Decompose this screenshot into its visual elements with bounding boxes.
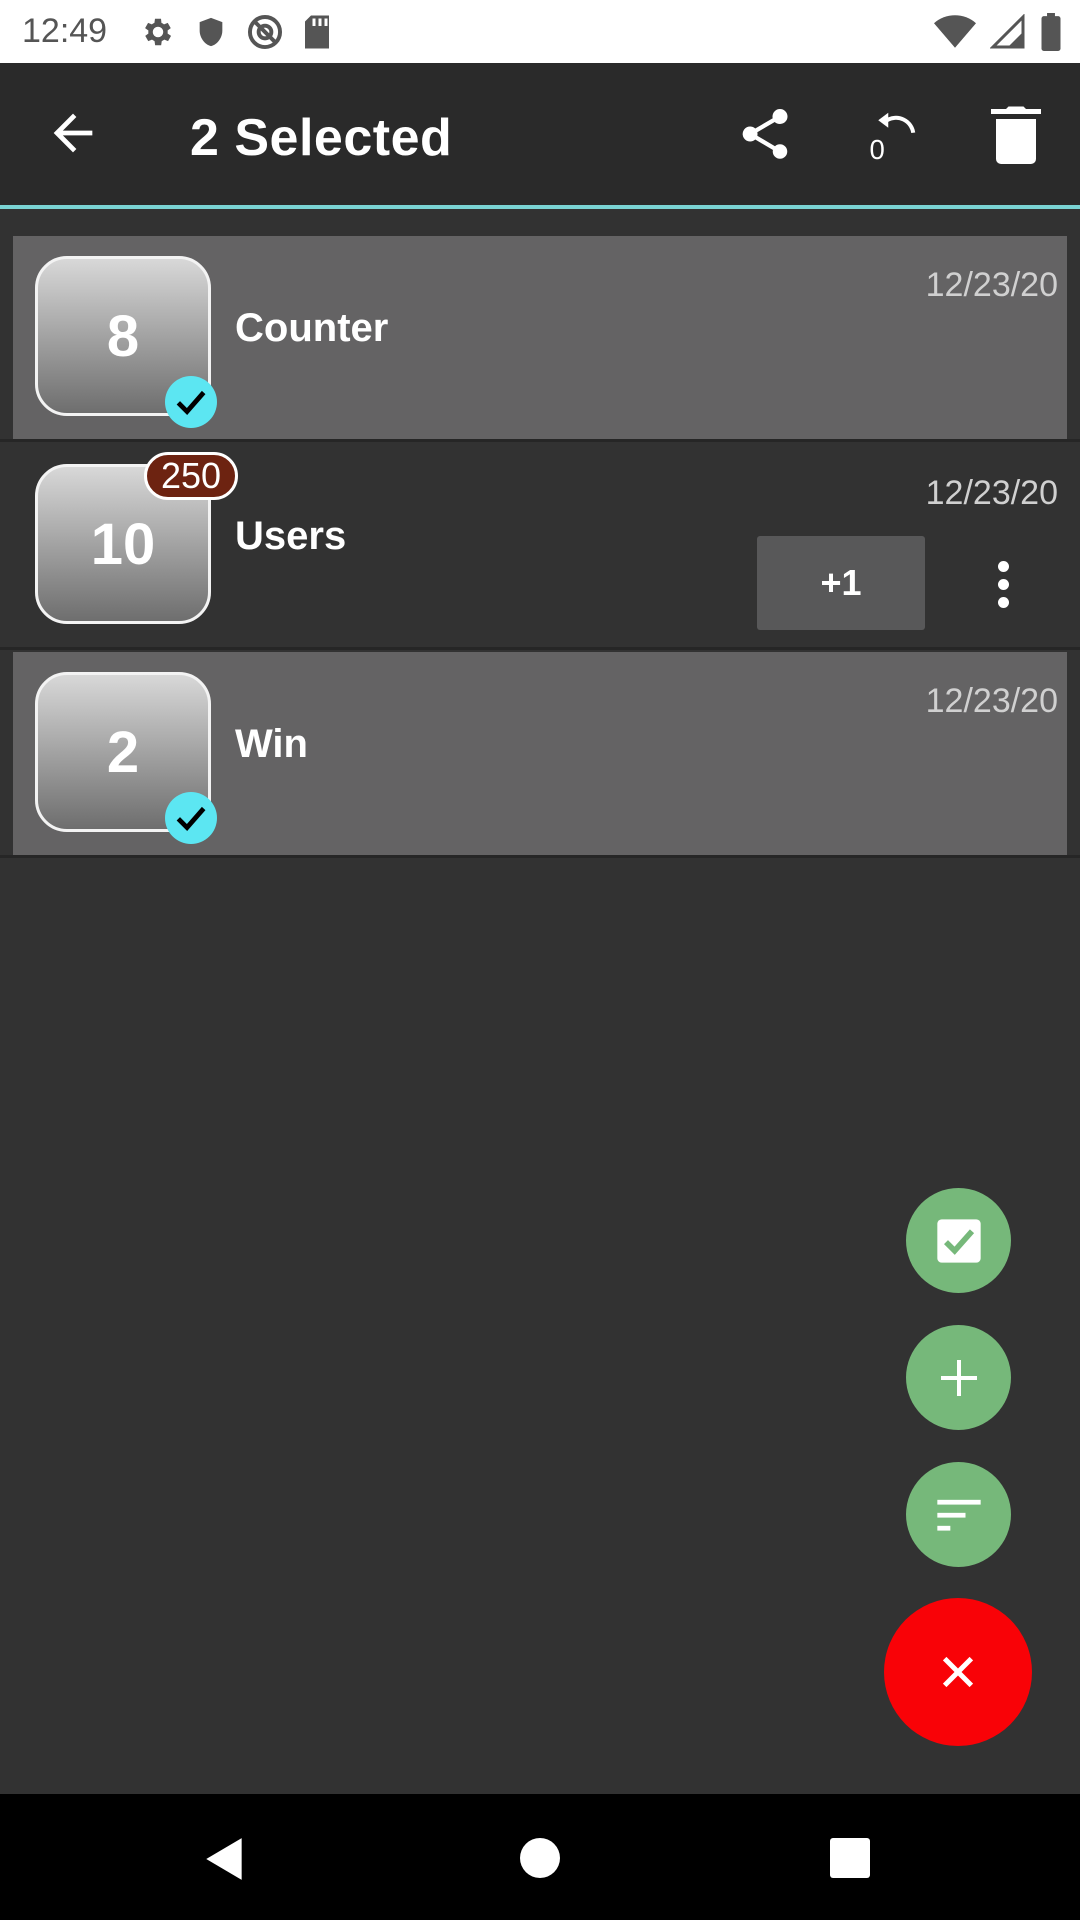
wifi-icon [934, 15, 976, 48]
counter-row-win[interactable]: 2 Win 12/23/20 [0, 652, 1080, 858]
counter-value: 2 [106, 719, 140, 785]
share-icon [742, 109, 788, 159]
more-dot [997, 578, 1009, 590]
sort-button[interactable] [906, 1462, 1011, 1567]
counter-value: 10 [90, 511, 156, 577]
arrow-left-icon [53, 113, 93, 153]
status-icons-left [140, 13, 332, 51]
more-dot [997, 596, 1009, 608]
more-dot [997, 560, 1009, 572]
counter-value: 8 [106, 303, 140, 369]
more-options-button[interactable] [985, 549, 1021, 619]
increment-button[interactable]: +1 [757, 536, 925, 630]
add-counter-button[interactable] [906, 1325, 1011, 1430]
back-button[interactable] [44, 104, 102, 162]
signal-icon [990, 14, 1025, 49]
checkbox-icon [936, 1218, 981, 1263]
status-icons-right [934, 13, 1062, 51]
status-time: 12:49 [22, 12, 108, 50]
shield-icon [199, 17, 223, 47]
status-bar: 12:49 [0, 0, 1080, 63]
battery-icon [1041, 13, 1061, 51]
counter-row-users[interactable]: 10 250 Users 12/23/20 +1 [0, 444, 1080, 650]
check-icon [176, 390, 206, 415]
delete-button[interactable] [988, 104, 1044, 164]
close-icon [942, 1656, 974, 1688]
sort-icon [936, 1499, 981, 1531]
page-title: 2 Selected [190, 109, 453, 167]
counter-name: Win [235, 722, 308, 766]
close-fab-button[interactable] [884, 1598, 1032, 1746]
trash-icon [991, 106, 1041, 164]
gear-icon [145, 18, 172, 46]
nav-recents-icon[interactable] [830, 1838, 870, 1878]
counter-name: Users [235, 514, 347, 558]
at-sign-icon [247, 14, 283, 50]
check-icon [176, 806, 206, 831]
selected-check-badge [165, 376, 217, 428]
plus-icon [940, 1359, 977, 1396]
counter-name: Counter [235, 306, 389, 350]
counter-date: 12/23/20 [925, 682, 1058, 720]
reset-icon: 0 [870, 112, 916, 165]
selected-check-badge [165, 792, 217, 844]
counter-list: 8 Counter 12/23/20 10 250 Users 12/23/20… [0, 209, 1080, 1794]
nav-home-icon[interactable] [520, 1838, 560, 1878]
counter-date: 12/23/20 [925, 266, 1058, 304]
reset-button[interactable]: 0 [862, 104, 922, 165]
counter-date: 12/23/20 [925, 474, 1058, 512]
sd-card-icon [305, 15, 329, 49]
goal-badge: 250 [144, 452, 239, 500]
reset-icon-zero: 0 [870, 134, 885, 164]
nav-back-icon[interactable] [200, 1834, 250, 1884]
share-button[interactable] [735, 104, 795, 164]
select-all-button[interactable] [906, 1188, 1011, 1293]
counter-row-counter[interactable]: 8 Counter 12/23/20 [0, 236, 1080, 442]
